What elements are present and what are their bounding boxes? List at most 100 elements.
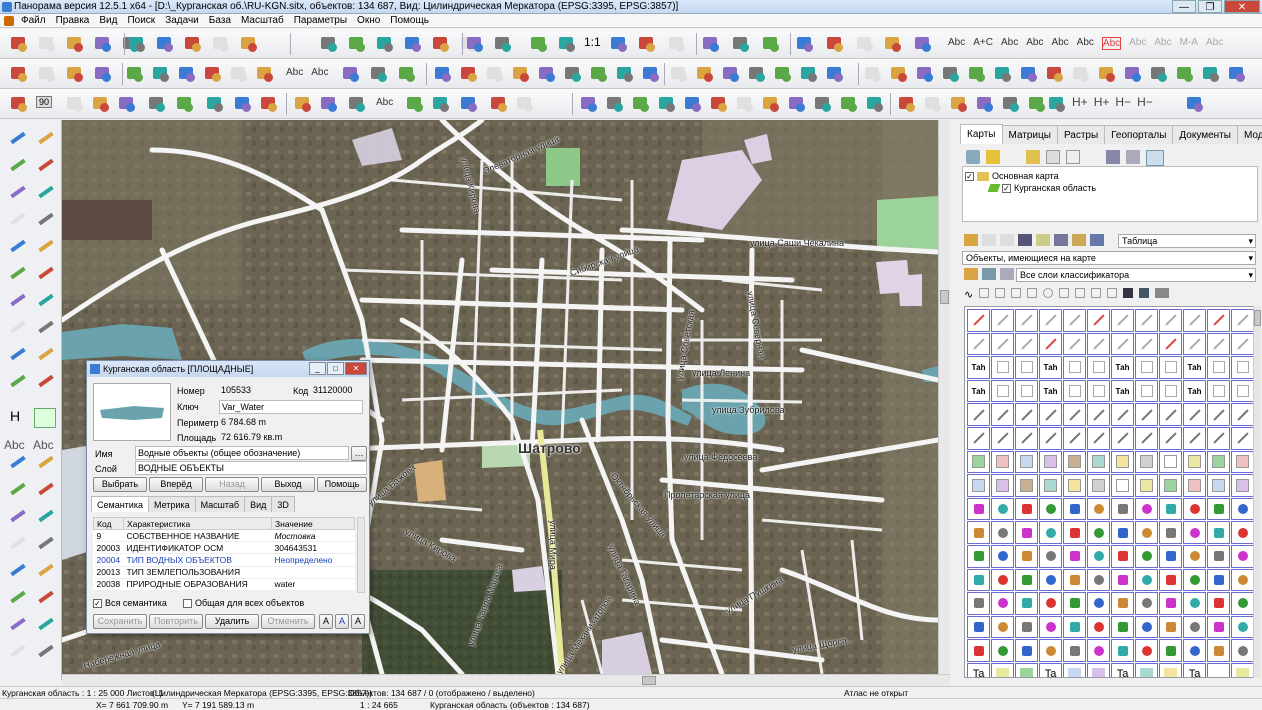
- tb2-tool-icon[interactable]: [150, 63, 172, 85]
- symbol-type-icon[interactable]: [1107, 288, 1118, 298]
- circle-type-icon[interactable]: [1043, 288, 1054, 298]
- legend-symbol-cell[interactable]: [1063, 332, 1086, 356]
- tab-maps[interactable]: Карты: [960, 124, 1003, 144]
- legend-symbol-cell[interactable]: [1231, 544, 1253, 568]
- tb3-tool-icon[interactable]: [146, 93, 168, 115]
- tb2-tool-icon[interactable]: [1174, 63, 1196, 85]
- legend-symbol-cell[interactable]: [1039, 592, 1062, 615]
- table-row[interactable]: 20013 ТИП ЗЕМЛЕПОЛЬЗОВАНИЯ: [93, 566, 355, 579]
- legend-symbol-cell[interactable]: [1111, 403, 1134, 426]
- text-tool[interactable]: Abc: [376, 97, 393, 108]
- tab-view[interactable]: Вид: [244, 496, 273, 512]
- tb2-tool-icon[interactable]: [484, 63, 506, 85]
- tb1-tool-icon[interactable]: [92, 33, 114, 55]
- tb2-tool-icon[interactable]: [1070, 63, 1092, 85]
- map-vertical-scrollbar[interactable]: [938, 120, 950, 674]
- legend-symbol-cell[interactable]: [1111, 544, 1134, 568]
- repeat-button[interactable]: Повторить: [149, 614, 203, 629]
- tb2-tool-icon[interactable]: [888, 63, 910, 85]
- legend-symbol-cell[interactable]: [1135, 544, 1158, 568]
- tb3-tool-icon[interactable]: [812, 93, 834, 115]
- left-tool-icon[interactable]: [6, 477, 30, 501]
- legend-symbol-cell[interactable]: [1135, 356, 1158, 379]
- legend-symbol-cell[interactable]: [1087, 521, 1110, 544]
- legend-symbol-cell[interactable]: Таh: [1183, 356, 1206, 379]
- menu-parameters[interactable]: Параметры: [289, 14, 352, 28]
- tb2-tool-icon[interactable]: [36, 63, 58, 85]
- forward-button[interactable]: Вперёд: [149, 477, 203, 492]
- legend-symbol-cell[interactable]: [1015, 592, 1038, 615]
- legend-symbol-cell[interactable]: [1111, 521, 1134, 544]
- left-tool-icon[interactable]: [6, 369, 30, 393]
- point-type-icon[interactable]: [995, 288, 1006, 298]
- legend-symbol-cell[interactable]: [1135, 521, 1158, 544]
- layer-edit-icon[interactable]: [982, 268, 996, 280]
- legend-symbol-cell[interactable]: [1207, 521, 1230, 544]
- legend-symbol-cell[interactable]: [1159, 332, 1182, 356]
- key-value[interactable]: Var_Water: [219, 400, 363, 414]
- left-tool-icon[interactable]: [34, 342, 58, 366]
- table-icon[interactable]: [1018, 234, 1032, 246]
- legend-symbol-cell[interactable]: [1039, 403, 1062, 426]
- menu-database[interactable]: База: [204, 14, 236, 28]
- text-tool-11[interactable]: Abc: [1206, 37, 1223, 50]
- tb2-tool-icon[interactable]: [914, 63, 936, 85]
- legend-symbol-cell[interactable]: [1087, 592, 1110, 615]
- tb2-tool-icon[interactable]: [614, 63, 636, 85]
- tb2-tool-icon[interactable]: [92, 63, 114, 85]
- legend-symbol-cell[interactable]: Таh: [1111, 379, 1134, 403]
- tb3-tool-icon[interactable]: [604, 93, 626, 115]
- legend-symbol-cell[interactable]: [1063, 309, 1086, 332]
- legend-symbol-cell[interactable]: Ta: [1183, 662, 1206, 677]
- legend-symbol-cell[interactable]: [1231, 309, 1253, 332]
- tb2-tool-icon[interactable]: [1122, 63, 1144, 85]
- close-button[interactable]: ✕: [1224, 0, 1260, 13]
- tb2-tool-icon[interactable]: [824, 63, 846, 85]
- legend-symbol-cell[interactable]: [1063, 592, 1086, 615]
- left-tool-icon[interactable]: [34, 153, 58, 177]
- legend-symbol-cell[interactable]: [967, 497, 990, 521]
- legend-symbol-cell[interactable]: Ta: [967, 662, 990, 677]
- tb1-tool-icon[interactable]: [126, 33, 148, 55]
- legend-symbol-cell[interactable]: [1015, 379, 1038, 403]
- tb2-tool-icon[interactable]: [694, 63, 716, 85]
- legend-symbol-cell[interactable]: [1135, 474, 1158, 497]
- legend-symbol-cell[interactable]: [967, 544, 990, 568]
- select-icon[interactable]: [982, 234, 996, 246]
- legend-symbol-cell[interactable]: [1207, 403, 1230, 426]
- legend-symbol-cell[interactable]: Таh: [1039, 379, 1062, 403]
- legend-symbol-cell[interactable]: [991, 544, 1014, 568]
- row-value[interactable]: 304643531: [271, 541, 355, 555]
- legend-symbol-cell[interactable]: [1063, 474, 1086, 497]
- tb2-tool-icon[interactable]: [254, 63, 276, 85]
- tb3-tool-icon[interactable]: [734, 93, 756, 115]
- exit-button[interactable]: Выход: [261, 477, 315, 492]
- legend-symbol-cell[interactable]: [1111, 474, 1134, 497]
- list-icon[interactable]: [1036, 234, 1050, 246]
- tb3-tool-icon[interactable]: [1046, 93, 1068, 115]
- tb2-tool-icon[interactable]: [510, 63, 532, 85]
- legend-symbol-cell[interactable]: [1231, 356, 1253, 379]
- left-tool-icon[interactable]: [34, 261, 58, 285]
- tb3-tool-icon[interactable]: [1026, 93, 1048, 115]
- legend-symbol-cell[interactable]: [1015, 615, 1038, 639]
- legend-symbol-cell[interactable]: [1039, 474, 1062, 497]
- dialog-maximize-button[interactable]: □: [327, 362, 344, 375]
- tb2-tool-icon[interactable]: [1148, 63, 1170, 85]
- angle-tool[interactable]: 90: [36, 96, 53, 108]
- legend-symbol-cell[interactable]: [1039, 332, 1062, 356]
- legend-symbol-cell[interactable]: [991, 356, 1014, 379]
- legend-symbol-cell[interactable]: [1159, 568, 1182, 592]
- tb1-tool-icon[interactable]: [666, 33, 688, 55]
- region-checkbox[interactable]: ✓: [1002, 183, 1011, 193]
- menu-tasks[interactable]: Задачи: [160, 14, 204, 28]
- row-value[interactable]: Неопределено: [271, 553, 355, 567]
- cancel-button[interactable]: Отменить: [261, 614, 315, 629]
- dialog-title-bar[interactable]: Курганская область [ПЛОЩАДНЫЕ] _ □ ✕: [87, 361, 369, 377]
- minimize-button[interactable]: —: [1172, 0, 1196, 13]
- legend-symbol-cell[interactable]: [1039, 615, 1062, 639]
- tb3-tool-icon[interactable]: [656, 93, 678, 115]
- legend-symbol-cell[interactable]: [991, 309, 1014, 332]
- legend-symbol-cell[interactable]: [1015, 497, 1038, 521]
- text-tool-6[interactable]: Abc: [1077, 37, 1094, 50]
